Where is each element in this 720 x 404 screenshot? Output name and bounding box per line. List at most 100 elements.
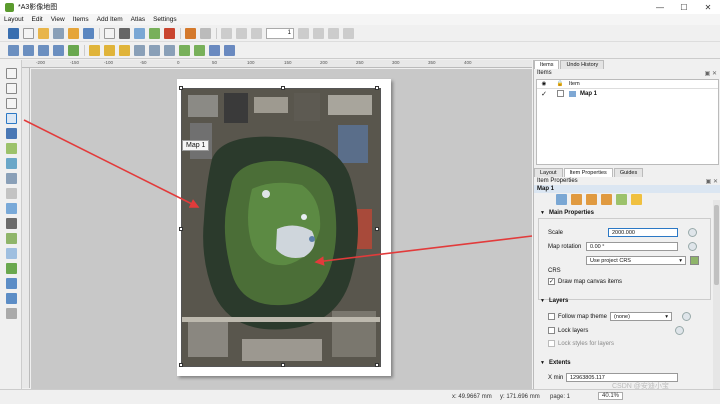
properties-scrollbar[interactable]	[713, 200, 720, 390]
add-picture-icon[interactable]	[6, 173, 17, 184]
print-atlas-icon[interactable]	[328, 27, 339, 39]
tab-items[interactable]: Items	[534, 60, 560, 69]
extents-section[interactable]: ▼ Extents	[534, 358, 571, 368]
first-feature-icon[interactable]	[236, 27, 247, 39]
zoom-full-icon[interactable]	[38, 44, 49, 56]
zoom-actual-icon[interactable]	[53, 44, 64, 56]
selection-handle[interactable]	[179, 86, 183, 90]
zoom-in-icon[interactable]	[8, 44, 19, 56]
selection-handle[interactable]	[281, 86, 285, 90]
unlock-items-icon[interactable]	[224, 44, 235, 56]
panel-close-icon[interactable]: ▣ ✕	[705, 70, 720, 77]
add-3d-map-icon[interactable]	[6, 158, 17, 169]
lock-items-icon[interactable]	[209, 44, 220, 56]
add-arrow-icon[interactable]	[6, 278, 17, 289]
selection-handle[interactable]	[375, 363, 379, 367]
add-shape-icon[interactable]	[6, 248, 17, 259]
resize-icon[interactable]	[164, 44, 175, 56]
selection-handle[interactable]	[375, 86, 379, 90]
data-defined-icon[interactable]	[682, 312, 691, 321]
menu-view[interactable]: View	[47, 16, 69, 23]
undo-icon[interactable]	[185, 27, 196, 39]
rotation-input[interactable]: 0.00 °	[586, 242, 678, 251]
layout-manager-icon[interactable]	[53, 27, 64, 39]
select-tool-icon[interactable]	[6, 98, 17, 109]
update-preview-icon[interactable]	[556, 193, 567, 205]
export-pdf-icon[interactable]	[164, 27, 175, 39]
add-map-icon[interactable]	[6, 143, 17, 154]
last-feature-icon[interactable]	[313, 27, 324, 39]
view-extent-icon[interactable]	[586, 193, 597, 205]
new-layout-icon[interactable]	[23, 27, 34, 39]
align-left-icon[interactable]	[134, 44, 145, 56]
open-template-icon[interactable]	[68, 27, 79, 39]
map-item[interactable]	[181, 88, 381, 367]
add-nodes-icon[interactable]	[6, 293, 17, 304]
draw-canvas-items-checkbox[interactable]: ✓	[548, 278, 555, 285]
tab-undo-history[interactable]: Undo History	[560, 60, 605, 69]
group-icon[interactable]	[179, 44, 190, 56]
add-north-arrow-icon[interactable]	[6, 233, 17, 244]
menu-add-item[interactable]: Add Item	[93, 16, 127, 23]
layout-canvas[interactable]	[31, 69, 532, 389]
tab-item-properties[interactable]: Item Properties	[563, 168, 613, 177]
maximize-button[interactable]: ☐	[672, 0, 696, 14]
zoom-tool-icon[interactable]	[6, 83, 17, 94]
page-setup-icon[interactable]	[104, 27, 115, 39]
save-template-icon[interactable]	[83, 27, 94, 39]
data-defined-icon[interactable]	[688, 242, 697, 251]
data-defined-icon[interactable]	[688, 228, 697, 237]
follow-theme-checkbox[interactable]	[548, 313, 555, 320]
draw-canvas-items-row[interactable]: ✓ Draw map canvas items	[548, 278, 622, 285]
add-legend-icon[interactable]	[6, 203, 17, 214]
lock-layers-checkbox[interactable]	[548, 327, 555, 334]
redo-icon[interactable]	[200, 27, 211, 39]
crs-select[interactable]: Use project CRS ▾	[586, 256, 686, 265]
add-scalebar-icon[interactable]	[6, 218, 17, 229]
zoom-level[interactable]: 40.1%	[598, 392, 624, 400]
move-content-icon[interactable]	[6, 113, 17, 124]
atlas-settings-icon[interactable]	[221, 27, 232, 39]
panel-close-icon[interactable]: ▣ ✕	[706, 178, 720, 185]
selection-handle[interactable]	[179, 363, 183, 367]
bookmarks-icon[interactable]	[616, 193, 627, 205]
refresh-icon[interactable]	[68, 44, 79, 56]
zoom-out-icon[interactable]	[23, 44, 34, 56]
layers-section[interactable]: ▼ Layers	[534, 296, 568, 306]
scrollbar-thumb[interactable]	[714, 205, 719, 285]
data-defined-icon[interactable]	[675, 326, 684, 335]
previous-feature-icon[interactable]	[251, 27, 262, 39]
lock-checkbox[interactable]	[556, 90, 564, 97]
tab-guides[interactable]: Guides	[613, 168, 644, 177]
menu-settings[interactable]: Settings	[149, 16, 181, 23]
menu-atlas[interactable]: Atlas	[127, 16, 149, 23]
add-html-icon[interactable]	[6, 308, 17, 319]
lower-item-icon[interactable]	[104, 44, 115, 56]
next-feature-icon[interactable]	[298, 27, 309, 39]
theme-select[interactable]: (none) ▾	[610, 312, 672, 321]
print-icon[interactable]	[119, 27, 130, 39]
add-label-icon[interactable]	[6, 188, 17, 199]
menu-edit[interactable]: Edit	[28, 16, 47, 23]
labeling-icon[interactable]	[631, 193, 642, 205]
close-button[interactable]: ✕	[696, 0, 720, 14]
raise-item-icon[interactable]	[89, 44, 100, 56]
scale-input[interactable]: 2000.000	[608, 228, 678, 237]
export-image-icon[interactable]	[134, 27, 145, 39]
add-marker-icon[interactable]	[6, 263, 17, 274]
list-item[interactable]: ✓ Map 1	[537, 89, 718, 98]
set-extent-icon[interactable]	[571, 193, 582, 205]
selection-handle[interactable]	[281, 363, 285, 367]
minimize-button[interactable]: —	[648, 0, 672, 14]
menu-layout[interactable]: Layout	[0, 16, 28, 23]
main-properties-section[interactable]: ▼ Main Properties	[534, 208, 720, 218]
export-svg-icon[interactable]	[149, 27, 160, 39]
bring-front-icon[interactable]	[119, 44, 130, 56]
select-crs-icon[interactable]	[690, 256, 699, 265]
visibility-checkbox[interactable]: ✓	[537, 90, 551, 98]
selection-handle[interactable]	[179, 227, 183, 231]
atlas-page-input[interactable]: 1	[266, 27, 294, 39]
tab-layout[interactable]: Layout	[534, 168, 563, 177]
distribute-icon[interactable]	[149, 44, 160, 56]
move-to-center-icon[interactable]	[601, 193, 612, 205]
